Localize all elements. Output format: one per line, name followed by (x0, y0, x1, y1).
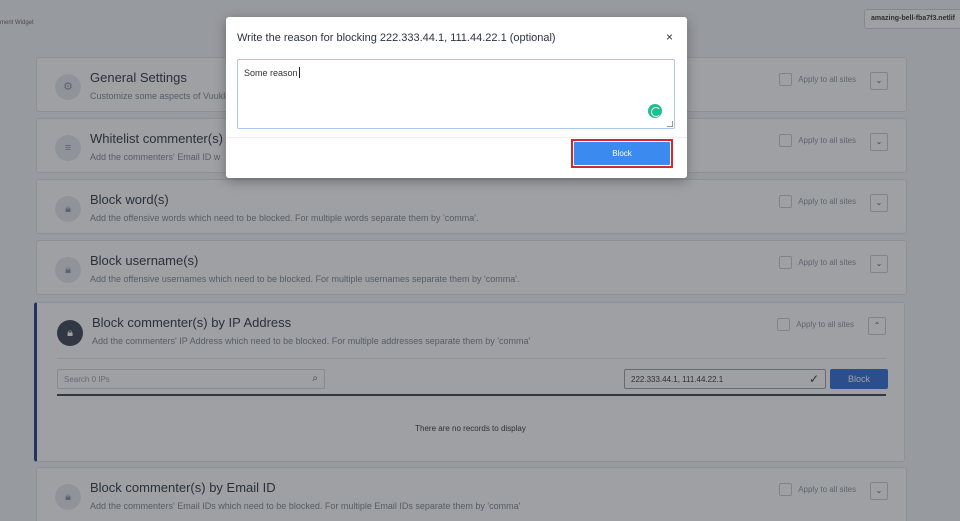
dialog-title: Write the reason for blocking 222.333.44… (237, 32, 556, 44)
resize-handle[interactable] (667, 121, 673, 127)
reason-textarea[interactable]: Some reason (237, 59, 675, 129)
block-button-highlight: Block (571, 139, 673, 168)
grammarly-icon[interactable] (648, 104, 662, 118)
block-button[interactable]: Block (574, 142, 670, 165)
divider (226, 137, 687, 138)
close-icon[interactable]: × (666, 30, 673, 44)
text-caret (298, 67, 300, 78)
block-reason-dialog: Write the reason for blocking 222.333.44… (226, 17, 687, 178)
